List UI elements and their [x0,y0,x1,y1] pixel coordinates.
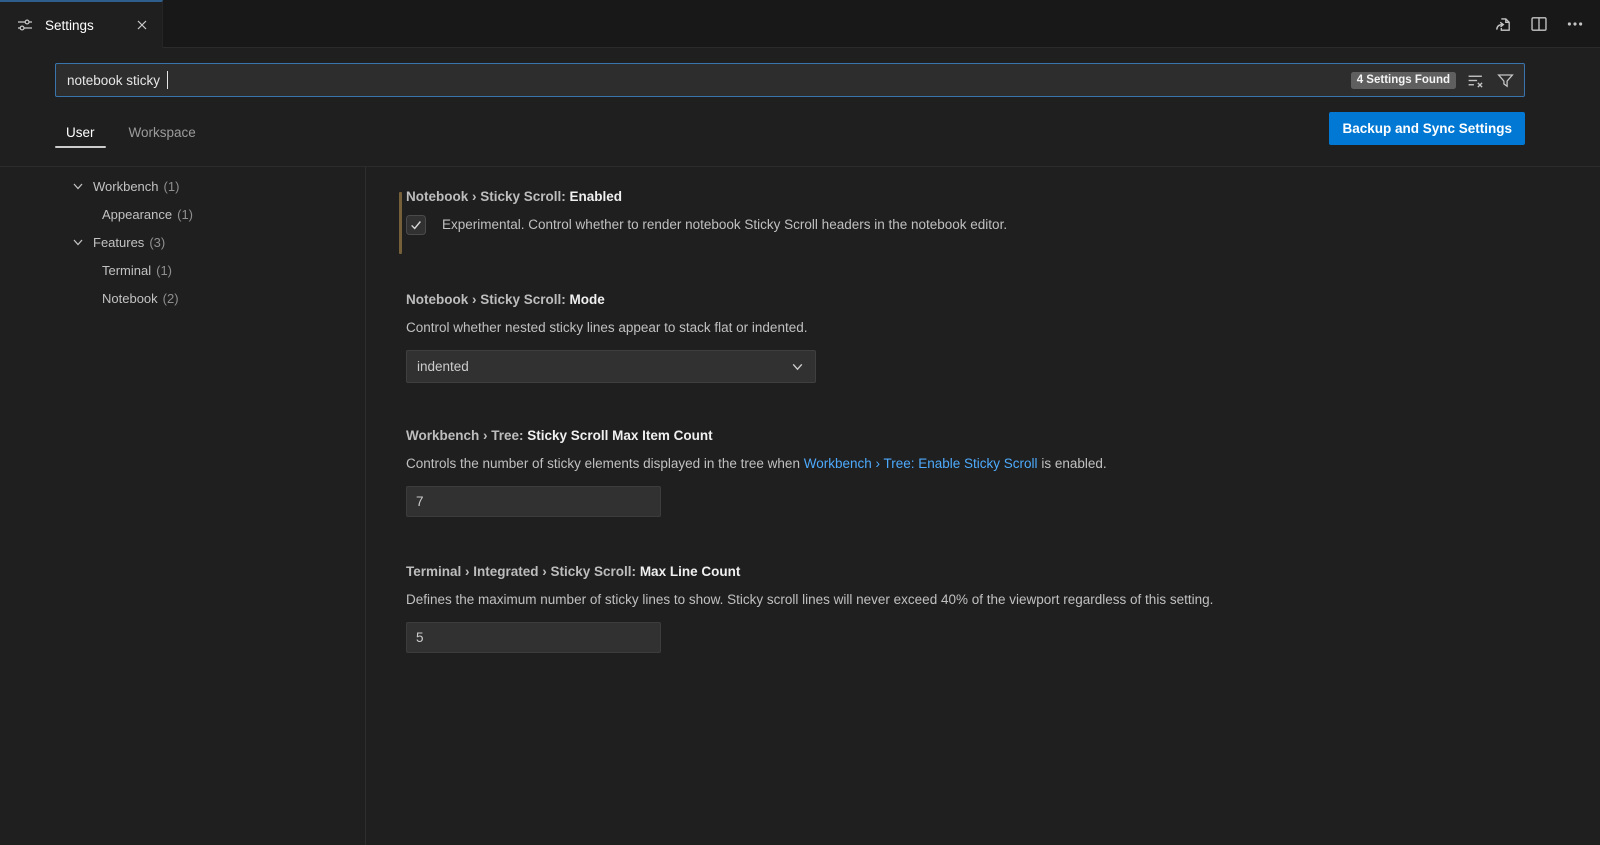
setting-checkbox[interactable] [406,215,426,235]
setting-category: Notebook › Sticky Scroll: [406,292,570,307]
setting-description: Defines the maximum number of sticky lin… [406,591,1570,609]
toc-item-appearance[interactable]: Appearance (1) [0,200,365,228]
text-caret [167,71,169,89]
backup-sync-settings-button[interactable]: Backup and Sync Settings [1329,112,1525,145]
search-query-text: notebook sticky [67,73,164,88]
toc-item-terminal[interactable]: Terminal (1) [0,256,365,284]
max-line-count-input[interactable] [406,622,661,653]
max-item-count-input[interactable] [406,486,661,517]
settings-search-input[interactable]: notebook sticky 4 Settings Found [55,63,1525,97]
setting-description: Experimental. Control whether to render … [442,216,1007,234]
settings-list: Notebook › Sticky Scroll: Enabled Experi… [365,167,1600,845]
setting-category: Workbench › Tree: [406,428,527,443]
setting-label: Mode [570,292,605,307]
toc-count: (1) [164,179,180,194]
open-settings-json-icon[interactable] [1492,13,1514,35]
toc-count: (3) [149,235,165,250]
setting-link[interactable]: Workbench › Tree: Enable Sticky Scroll [804,456,1038,471]
scope-tabs: User Workspace [55,110,207,152]
setting-category: Notebook › Sticky Scroll: [406,189,570,204]
editor-actions [1492,0,1586,48]
chevron-down-icon[interactable] [70,178,86,194]
settings-body: Workbench (1) Appearance (1) Features (3… [0,167,1600,845]
vscode-settings-window: { "tab": { "title": "Settings" }, "edito… [0,0,1600,845]
filter-icon[interactable] [1494,69,1516,91]
setting-terminal-sticky-scroll-max-line-count: Terminal › Integrated › Sticky Scroll: M… [406,564,1570,653]
setting-title: Notebook › Sticky Scroll: Enabled [406,189,1570,204]
mode-select-dropdown[interactable]: indented [406,350,816,383]
toc-item-workbench[interactable]: Workbench (1) [0,172,365,200]
toc-count: (1) [177,207,193,222]
setting-tree-sticky-scroll-max-item-count: Workbench › Tree: Sticky Scroll Max Item… [406,428,1570,517]
settings-sliders-icon [14,14,36,36]
toc-count: (2) [163,291,179,306]
settings-header: notebook sticky 4 Settings Found User [0,48,1600,167]
setting-title: Notebook › Sticky Scroll: Mode [406,292,1570,307]
tab-title: Settings [45,18,94,33]
results-count-badge: 4 Settings Found [1351,72,1456,89]
setting-label: Max Line Count [640,564,741,579]
settings-toc-tree: Workbench (1) Appearance (1) Features (3… [0,172,365,312]
toc-item-notebook[interactable]: Notebook (2) [0,284,365,312]
tab-user[interactable]: User [55,125,106,152]
selected-value: indented [417,359,469,374]
toc-label: Workbench [93,179,159,194]
toc-item-features[interactable]: Features (3) [0,228,365,256]
setting-category: Terminal › Integrated › Sticky Scroll: [406,564,640,579]
toc-label: Notebook [102,291,158,306]
toc-label: Appearance [102,207,172,222]
setting-notebook-sticky-scroll-enabled: Notebook › Sticky Scroll: Enabled Experi… [406,189,1570,235]
search-controls: 4 Settings Found [1351,69,1516,91]
toc-label: Terminal [102,263,151,278]
setting-label: Sticky Scroll Max Item Count [527,428,712,443]
setting-title: Workbench › Tree: Sticky Scroll Max Item… [406,428,1570,443]
setting-label: Enabled [570,189,623,204]
tab-settings[interactable]: Settings [0,0,163,48]
more-actions-icon[interactable] [1564,13,1586,35]
modified-indicator [399,192,402,254]
description-text: Controls the number of sticky elements d… [406,456,804,471]
setting-description: Controls the number of sticky elements d… [406,455,1570,473]
close-tab-icon[interactable] [132,15,152,35]
setting-description: Control whether nested sticky lines appe… [406,319,1570,337]
description-text: is enabled. [1038,456,1107,471]
split-editor-icon[interactable] [1528,13,1550,35]
setting-title: Terminal › Integrated › Sticky Scroll: M… [406,564,1570,579]
chevron-down-icon[interactable] [70,234,86,250]
clear-search-icon[interactable] [1464,69,1486,91]
tab-workspace[interactable]: Workspace [118,125,207,152]
setting-notebook-sticky-scroll-mode: Notebook › Sticky Scroll: Mode Control w… [406,292,1570,383]
editor-tab-bar: Settings [0,0,1600,48]
toc-count: (1) [156,263,172,278]
checkmark-icon [409,218,423,232]
toc-label: Features [93,235,144,250]
chevron-down-icon [790,359,805,374]
